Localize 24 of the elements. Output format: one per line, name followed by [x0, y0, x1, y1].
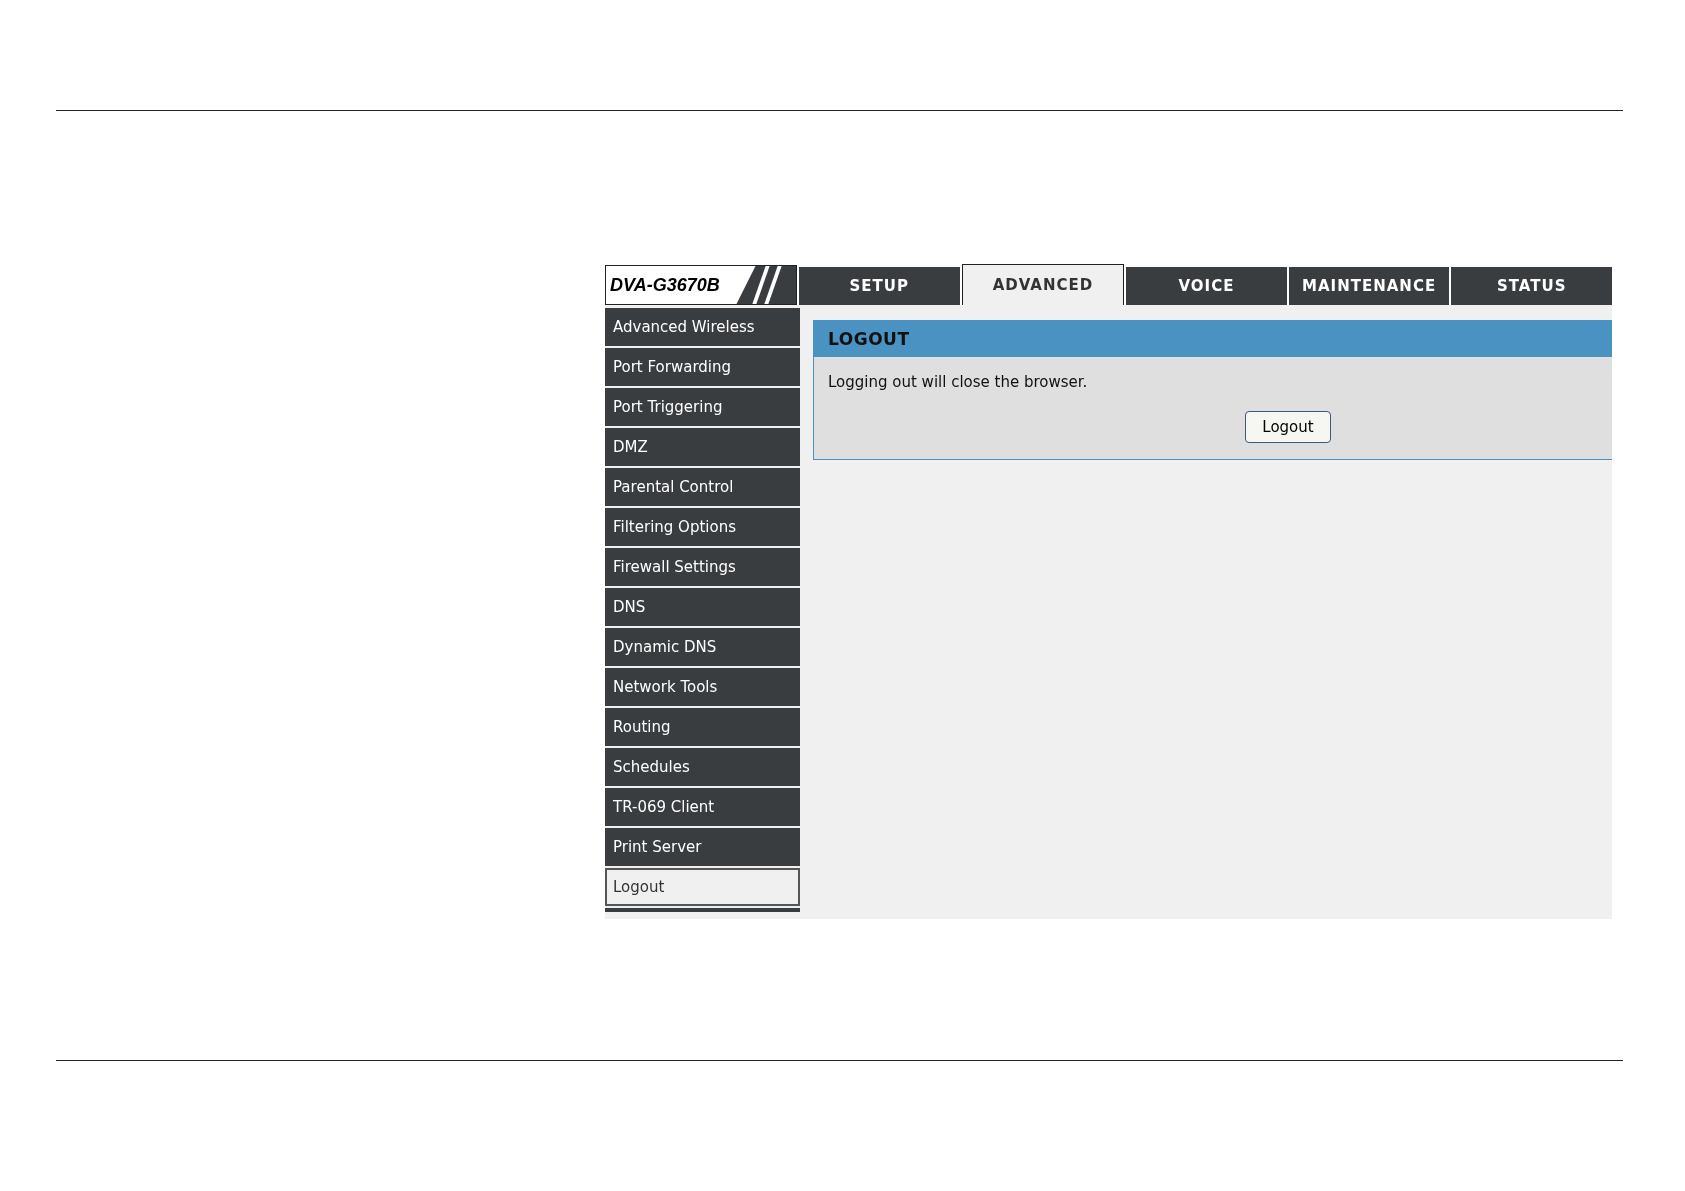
sidebar-item[interactable]: Parental Control [605, 468, 800, 506]
sidebar-item[interactable]: Network Tools [605, 668, 800, 706]
sidebar-item[interactable]: Firewall Settings [605, 548, 800, 586]
sidebar-item[interactable]: Schedules [605, 748, 800, 786]
nav-tab[interactable]: MAINTENANCE [1288, 267, 1450, 305]
sidebar-item[interactable]: DMZ [605, 428, 800, 466]
sidebar-item[interactable]: Print Server [605, 828, 800, 866]
sidebar-item[interactable]: Logout [605, 868, 800, 906]
sidebar-item[interactable]: DNS [605, 588, 800, 626]
sidebar-item[interactable]: Port Forwarding [605, 348, 800, 386]
model-logo: DVA-G3670B [605, 265, 797, 305]
panel-title: LOGOUT [814, 321, 1612, 357]
logout-button[interactable]: Logout [1245, 411, 1331, 443]
nav-tab[interactable]: VOICE [1126, 267, 1287, 305]
sidebar-item[interactable]: Routing [605, 708, 800, 746]
sidebar-item[interactable]: TR-069 Client [605, 788, 800, 826]
nav-tab[interactable]: ADVANCED [961, 264, 1125, 305]
message-text: Logging out will close the browser. [828, 373, 1089, 391]
sidebar-item[interactable]: Port Triggering [605, 388, 800, 426]
nav-tab[interactable]: SETUP [799, 267, 960, 305]
sidebar-item[interactable]: Filtering Options [605, 508, 800, 546]
sidebar-item[interactable]: Dynamic DNS [605, 628, 800, 666]
nav-tab[interactable]: STATUS [1451, 267, 1612, 305]
sidebar-item[interactable]: Advanced Wireless [605, 308, 800, 346]
